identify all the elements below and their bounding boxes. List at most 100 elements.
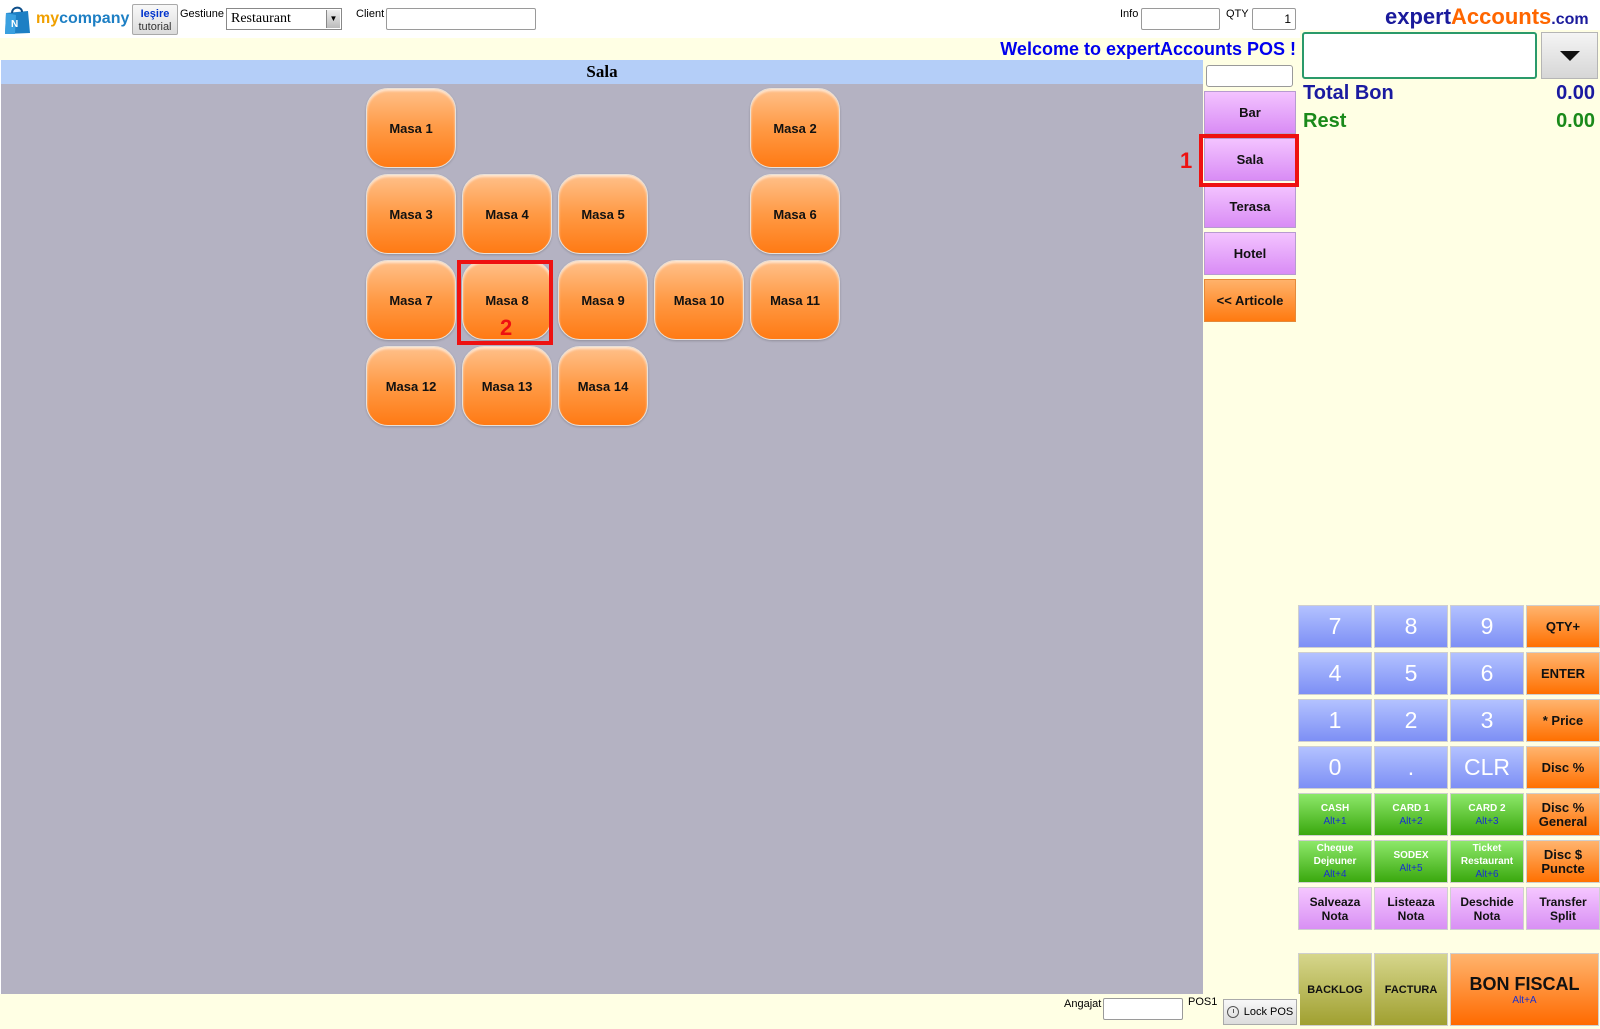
- info-label: Info: [1120, 8, 1139, 20]
- print-note-button[interactable]: Listeaza Nota: [1374, 887, 1448, 930]
- exit-label: Ieşire: [140, 8, 170, 20]
- table-masa-13[interactable]: Masa 13: [462, 346, 552, 426]
- pay-card1-shortcut: Alt+2: [1399, 815, 1423, 827]
- product-search-input[interactable]: [1302, 32, 1537, 79]
- open-note-line1: Deschide: [1460, 894, 1514, 909]
- gestiune-value: Restaurant: [231, 11, 291, 26]
- pay-cheque-button[interactable]: Cheque Dejeuner Alt+4: [1298, 840, 1372, 883]
- table-masa-10[interactable]: Masa 10: [654, 260, 744, 340]
- table-masa-7[interactable]: Masa 7: [366, 260, 456, 340]
- key-7[interactable]: 7: [1298, 605, 1372, 648]
- annotation-number-2: 2: [500, 315, 513, 340]
- gestiune-select[interactable]: Restaurant ▼: [226, 8, 342, 30]
- disc-general-line1: Disc %: [1541, 799, 1585, 815]
- zone-terasa-button[interactable]: Terasa: [1204, 185, 1296, 228]
- triangle-down-icon: [1559, 50, 1580, 61]
- pay-card2-shortcut: Alt+3: [1475, 815, 1499, 827]
- pay-card1-label: CARD 1: [1392, 802, 1430, 814]
- table-masa-9[interactable]: Masa 9: [558, 260, 648, 340]
- open-note-line2: Nota: [1473, 908, 1501, 923]
- transfer-split-line2: Split: [1550, 908, 1576, 923]
- clear-button[interactable]: CLR: [1450, 746, 1524, 789]
- floor-plan: Masa 1 Masa 2 Masa 3 Masa 4 Masa 5 Masa …: [1, 84, 1203, 994]
- gestiune-label: Gestiune: [180, 8, 225, 20]
- total-bon-value: 0.00: [1556, 82, 1595, 104]
- bon-fiscal-button[interactable]: BON FISCAL Alt+A: [1450, 953, 1599, 1026]
- welcome-message: Welcome to expertAccounts POS !: [1000, 39, 1296, 59]
- pay-card2-button[interactable]: CARD 2 Alt+3: [1450, 793, 1524, 836]
- product-dropdown-button[interactable]: [1541, 32, 1598, 79]
- key-4[interactable]: 4: [1298, 652, 1372, 695]
- exit-tutorial-button[interactable]: Ieşire tutorial: [132, 4, 178, 35]
- disc-puncte-button[interactable]: Disc $ Puncte: [1526, 840, 1600, 883]
- key-5[interactable]: 5: [1374, 652, 1448, 695]
- price-button[interactable]: * Price: [1526, 699, 1600, 742]
- table-masa-11[interactable]: Masa 11: [750, 260, 840, 340]
- zone-hotel-button[interactable]: Hotel: [1204, 232, 1296, 275]
- top-bar: N mycompany Ieşire tutorial Gestiune Res…: [0, 0, 1300, 38]
- key-0[interactable]: 0: [1298, 746, 1372, 789]
- annotation-number-1: 1: [1180, 148, 1193, 173]
- table-masa-3[interactable]: Masa 3: [366, 174, 456, 254]
- key-8[interactable]: 8: [1374, 605, 1448, 648]
- transfer-split-line1: Transfer: [1539, 894, 1587, 909]
- zone-search-input[interactable]: [1206, 65, 1293, 87]
- pay-sodex-button[interactable]: SODEX Alt+5: [1374, 840, 1448, 883]
- room-title: Sala: [1, 60, 1203, 84]
- chevron-down-icon[interactable]: ▼: [326, 10, 340, 28]
- zone-bar-button[interactable]: Bar: [1204, 91, 1296, 134]
- lock-pos-button[interactable]: Lock POS: [1223, 999, 1297, 1025]
- print-note-line1: Listeaza: [1387, 894, 1435, 909]
- logo-wordmark: mycompany: [36, 10, 130, 27]
- pay-cash-button[interactable]: CASH Alt+1: [1298, 793, 1372, 836]
- angajat-input[interactable]: [1103, 998, 1183, 1020]
- clock-icon: [1226, 1006, 1239, 1018]
- table-masa-4[interactable]: Masa 4: [462, 174, 552, 254]
- disc-general-button[interactable]: Disc % General: [1526, 793, 1600, 836]
- table-masa-5[interactable]: Masa 5: [558, 174, 648, 254]
- disc-general-line2: General: [1538, 813, 1588, 829]
- svg-text:N: N: [11, 19, 18, 30]
- save-note-button[interactable]: Salveaza Nota: [1298, 887, 1372, 930]
- qty-plus-button[interactable]: QTY+: [1526, 605, 1600, 648]
- key-decimal[interactable]: .: [1374, 746, 1448, 789]
- enter-button[interactable]: ENTER: [1526, 652, 1600, 695]
- disc-puncte-line1: Disc $: [1543, 846, 1583, 862]
- table-masa-2[interactable]: Masa 2: [750, 88, 840, 168]
- client-input[interactable]: [386, 8, 536, 30]
- table-masa-6[interactable]: Masa 6: [750, 174, 840, 254]
- disc-percent-button[interactable]: Disc %: [1526, 746, 1600, 789]
- factura-button[interactable]: FACTURA: [1374, 953, 1448, 1026]
- save-note-line1: Salveaza: [1309, 894, 1361, 909]
- rest-label: Rest: [1303, 110, 1347, 132]
- welcome-bar: Welcome to expertAccounts POS !: [0, 38, 1300, 60]
- key-9[interactable]: 9: [1450, 605, 1524, 648]
- articole-button[interactable]: << Articole: [1204, 279, 1296, 322]
- table-masa-14[interactable]: Masa 14: [558, 346, 648, 426]
- open-note-button[interactable]: Deschide Nota: [1450, 887, 1524, 930]
- transfer-split-button[interactable]: Transfer Split: [1526, 887, 1600, 930]
- pay-ticket-label1: Ticket: [1472, 843, 1502, 854]
- print-note-line2: Nota: [1397, 908, 1425, 923]
- pay-cheque-label1: Cheque: [1316, 843, 1354, 854]
- table-masa-12[interactable]: Masa 12: [366, 346, 456, 426]
- pay-sodex-shortcut: Alt+5: [1399, 862, 1423, 874]
- key-6[interactable]: 6: [1450, 652, 1524, 695]
- qty-input[interactable]: 1: [1252, 8, 1296, 30]
- key-2[interactable]: 2: [1374, 699, 1448, 742]
- pay-ticket-label2: Restaurant: [1460, 856, 1514, 867]
- pay-ticket-button[interactable]: Ticket Restaurant Alt+6: [1450, 840, 1524, 883]
- rest-row: Rest 0.00: [1303, 110, 1595, 133]
- key-3[interactable]: 3: [1450, 699, 1524, 742]
- info-input[interactable]: [1141, 8, 1220, 30]
- brand-logo: expertAccounts.com: [1385, 4, 1589, 29]
- backlog-button[interactable]: BACKLOG: [1298, 953, 1372, 1026]
- disc-puncte-line2: Puncte: [1541, 860, 1585, 876]
- qty-label: QTY: [1226, 8, 1249, 20]
- key-1[interactable]: 1: [1298, 699, 1372, 742]
- pay-cheque-shortcut: Alt+4: [1323, 869, 1347, 880]
- bottom-bar: Angajat POS1 Lock POS: [0, 994, 1300, 1029]
- pay-card1-button[interactable]: CARD 1 Alt+2: [1374, 793, 1448, 836]
- table-masa-1[interactable]: Masa 1: [366, 88, 456, 168]
- client-label: Client: [356, 8, 385, 20]
